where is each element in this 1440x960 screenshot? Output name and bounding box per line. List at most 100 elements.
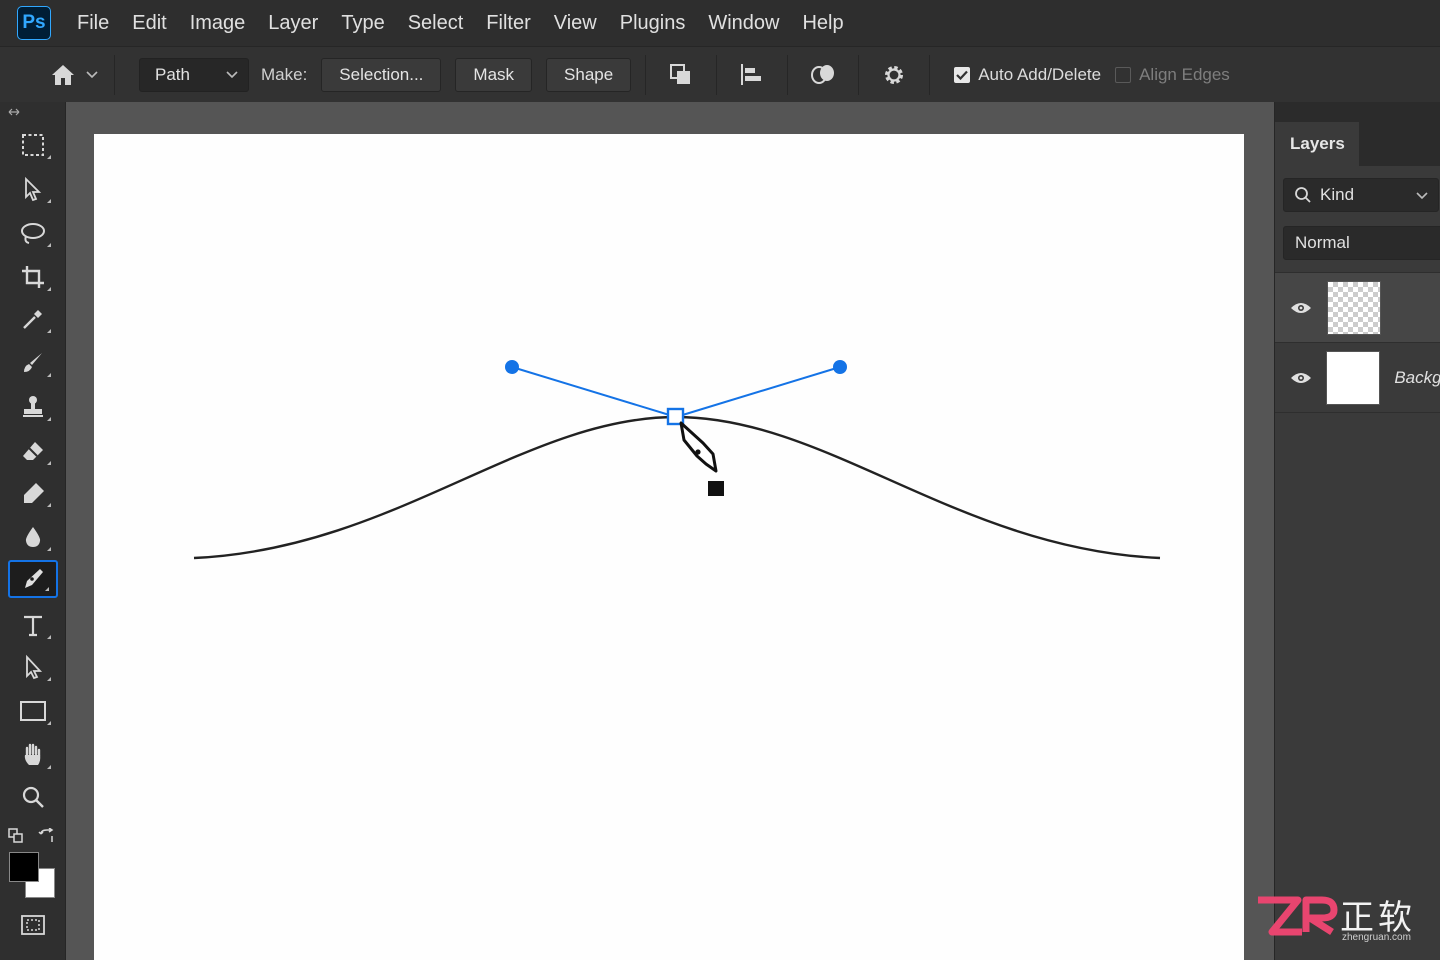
gear-icon — [885, 65, 904, 84]
eraser-icon — [23, 442, 43, 460]
brush-tool[interactable] — [8, 344, 58, 382]
menu-edit[interactable]: Edit — [132, 12, 166, 35]
menu-select[interactable]: Select — [408, 12, 464, 35]
gradient-icon — [24, 483, 44, 503]
make-shape-button[interactable]: Shape — [546, 57, 632, 92]
eye-icon — [1290, 372, 1311, 383]
menu-type[interactable]: Type — [341, 12, 384, 35]
rectangle-icon — [20, 701, 46, 721]
canvas-workspace — [66, 102, 1274, 960]
tool-mode-dropdown[interactable]: Path — [139, 57, 249, 92]
eye-icon — [1291, 302, 1311, 313]
layer-row[interactable] — [1275, 272, 1440, 342]
align-edges-checkbox[interactable]: Align Edges — [1115, 65, 1230, 85]
default-colors-icon[interactable] — [8, 828, 24, 844]
layer-filter-label: Kind — [1320, 185, 1355, 204]
marquee-tool[interactable] — [8, 126, 58, 164]
pen-cursor-icon — [679, 421, 724, 496]
make-selection-button[interactable]: Selection... — [321, 57, 442, 92]
path-alignment-button[interactable] — [737, 60, 767, 90]
layer-name: Backg — [1394, 367, 1440, 387]
blur-tool[interactable] — [8, 518, 58, 556]
menu-file[interactable]: File — [77, 12, 109, 35]
visibility-toggle[interactable] — [1275, 301, 1327, 315]
lasso-tool[interactable] — [8, 214, 58, 252]
layer-filter-dropdown[interactable]: Kind — [1283, 178, 1439, 212]
divider — [114, 54, 115, 95]
magnifier-icon — [22, 786, 44, 808]
visibility-toggle[interactable] — [1275, 371, 1326, 385]
hand-icon — [24, 743, 41, 765]
divider — [716, 54, 718, 95]
search-icon — [1295, 187, 1311, 203]
watermark-url-text: zhengruan.com — [1342, 932, 1411, 943]
eyedropper-icon — [23, 310, 42, 329]
divider — [929, 54, 931, 95]
gradient-tool[interactable] — [8, 474, 58, 512]
auto-add-delete-label: Auto Add/Delete — [978, 64, 1102, 84]
home-button[interactable] — [50, 63, 98, 87]
tab-layers[interactable]: Layers — [1275, 122, 1359, 166]
rectangle-marquee-icon — [22, 134, 44, 156]
divider — [858, 54, 860, 95]
path-selection-tool[interactable] — [8, 648, 58, 686]
path-arrangement-button[interactable] — [808, 60, 838, 90]
foreground-color-swatch[interactable] — [9, 852, 39, 882]
quick-mask-icon[interactable] — [20, 914, 46, 936]
collapse-arrows-icon[interactable] — [8, 108, 20, 116]
menu-image[interactable]: Image — [190, 12, 246, 35]
divider — [645, 54, 647, 95]
layer-thumbnail-white — [1326, 350, 1381, 405]
menu-plugins[interactable]: Plugins — [620, 12, 686, 35]
divider — [1275, 412, 1440, 413]
eyedropper-tool[interactable] — [8, 300, 58, 338]
crop-tool[interactable] — [8, 258, 58, 296]
make-mask-button[interactable]: Mask — [455, 57, 533, 92]
menu-help[interactable]: Help — [802, 12, 843, 35]
water-drop-icon — [25, 527, 41, 547]
clone-stamp-tool[interactable] — [8, 388, 58, 426]
brush-icon — [24, 353, 42, 372]
eraser-tool[interactable] — [8, 432, 58, 470]
path-alignment-icon — [741, 63, 762, 85]
photoshop-logo: Ps — [17, 6, 51, 40]
layer-row[interactable]: Backg — [1275, 342, 1440, 412]
blend-mode-dropdown[interactable]: Normal — [1283, 226, 1440, 260]
path-operations-button[interactable] — [666, 60, 696, 90]
move-arrow-icon — [25, 176, 42, 202]
rectangle-tool[interactable] — [8, 692, 58, 730]
menu-view[interactable]: View — [554, 12, 597, 35]
zoom-tool[interactable] — [8, 778, 58, 816]
path-options-button[interactable] — [879, 60, 909, 90]
path-arrangement-icon — [811, 64, 835, 84]
menu-layer[interactable]: Layer — [268, 12, 318, 35]
pen-path-drawing — [193, 360, 1161, 560]
direction-line-left — [511, 366, 677, 418]
layer-thumbnail-transparent — [1327, 280, 1381, 335]
move-tool[interactable] — [8, 170, 58, 208]
chevron-down-icon — [1416, 192, 1428, 200]
auto-add-delete-checkbox[interactable]: Auto Add/Delete — [954, 65, 1101, 85]
swap-colors-icon[interactable] — [38, 828, 56, 844]
direction-line-right — [675, 366, 841, 418]
menu-filter[interactable]: Filter — [486, 12, 530, 35]
type-t-icon — [24, 615, 42, 637]
hand-tool[interactable] — [8, 736, 58, 774]
watermark: 正软 zhengruan.com — [1252, 888, 1432, 948]
blend-mode-value: Normal — [1295, 233, 1350, 252]
chevron-down-icon — [226, 70, 238, 78]
divider — [787, 54, 789, 95]
bezier-curve-path — [193, 415, 1161, 560]
menu-bar: Ps File Edit Image Layer Type Select Fil… — [0, 0, 1440, 46]
checkbox-checked-icon — [954, 66, 971, 83]
document-canvas[interactable] — [94, 134, 1244, 960]
align-edges-label: Align Edges — [1139, 64, 1230, 84]
path-selection-arrow-icon — [26, 654, 43, 680]
checkbox-unchecked-icon — [1115, 66, 1132, 83]
pen-tool[interactable] — [8, 560, 58, 598]
type-tool[interactable] — [8, 606, 58, 644]
options-bar: Path Make: Selection... Mask Shape Auto … — [0, 46, 1440, 102]
menu-window[interactable]: Window — [708, 12, 779, 35]
pen-nib-icon — [25, 569, 43, 588]
panel-tab-bar: Layers — [1275, 102, 1440, 166]
